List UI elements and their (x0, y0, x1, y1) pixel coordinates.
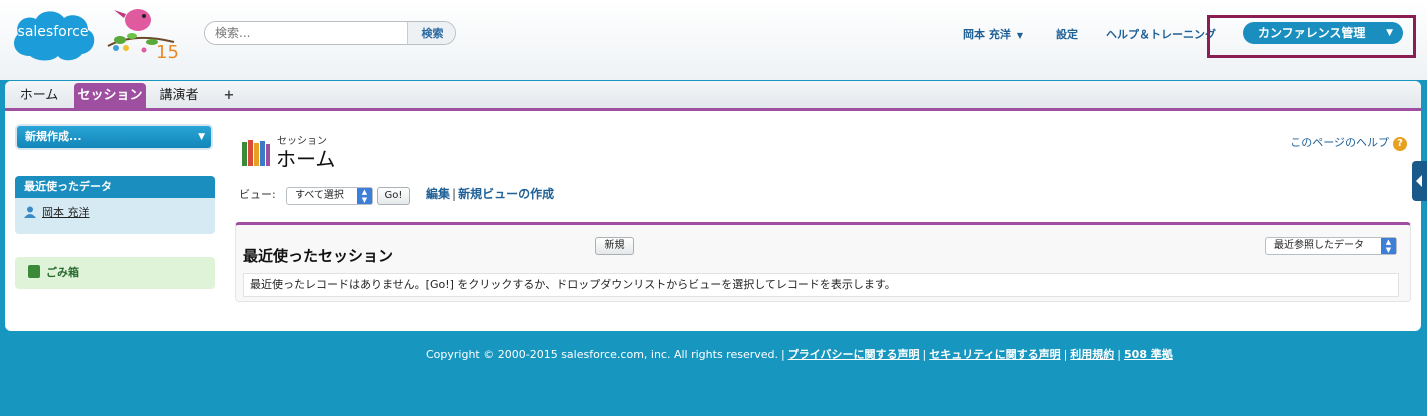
select-arrows-icon: ▲ ▼ (357, 188, 372, 204)
tab-session[interactable]: セッション (74, 83, 146, 108)
create-view-link[interactable]: 新規ビューの作成 (458, 187, 554, 201)
search-input[interactable] (205, 22, 407, 44)
main-panel: ホーム セッション 講演者 + 新規作成... ▼ 最近使ったデータ 岡本 充洋… (5, 81, 1421, 331)
view-select-value: すべて選択 (295, 190, 344, 201)
recent-items-title: 最近使ったデータ (15, 176, 215, 198)
recycle-bin-label: ごみ箱 (46, 266, 79, 279)
app-switcher-button[interactable]: カンファレンス管理 ▼ (1243, 22, 1403, 44)
search-button[interactable]: 検索 (407, 22, 455, 44)
create-new-button[interactable]: 新規作成... ▼ (15, 124, 213, 150)
edit-view-link[interactable]: 編集 (426, 187, 450, 201)
salesforce-cloud-icon[interactable]: salesforce (8, 6, 98, 64)
accessibility-link[interactable]: 508 準拠 (1124, 348, 1173, 361)
footer-separator: | (1117, 348, 1122, 361)
caret-down-icon: ▼ (198, 132, 205, 142)
copyright-text: Copyright © 2000-2015 salesforce.com, in… (426, 348, 779, 361)
privacy-link[interactable]: プライバシーに関する声明 (788, 348, 920, 361)
security-link[interactable]: セキュリティに関する声明 (929, 348, 1060, 361)
empty-records-message: 最近使ったレコードはありません。[Go!] をクリックするか、ドロップダウンリス… (243, 273, 1399, 297)
recent-item-link[interactable]: 岡本 充洋 (24, 204, 90, 220)
caret-down-icon: ▼ (1016, 31, 1023, 40)
view-select[interactable]: すべて選択 ▲ ▼ (286, 187, 373, 205)
recent-items-panel: 最近使ったデータ 岡本 充洋 (15, 176, 215, 234)
add-tab-button[interactable]: + (217, 83, 241, 108)
tab-home[interactable]: ホーム (11, 83, 67, 108)
footer: Copyright © 2000-2015 salesforce.com, in… (426, 346, 1173, 362)
separator: | (452, 187, 457, 201)
person-icon (24, 206, 36, 218)
page-title: ホーム (276, 147, 336, 171)
new-session-button[interactable]: 新規 (595, 237, 634, 255)
go-button[interactable]: Go! (377, 187, 410, 205)
recent-item-label: 岡本 充洋 (42, 206, 90, 219)
footer-separator: | (1063, 348, 1068, 361)
recent-filter-select[interactable]: 最近参照したデータ ▲ ▼ (1265, 237, 1397, 255)
recent-sessions-title: 最近使ったセッション (243, 247, 394, 265)
view-actions: 編集 | 新規ビューの作成 (426, 185, 554, 202)
recent-filter-value: 最近参照したデータ (1274, 240, 1364, 251)
user-menu[interactable]: 岡本 充洋 ▼ (963, 26, 1023, 42)
user-menu-label: 岡本 充洋 (963, 28, 1011, 41)
page-help-label: このページのヘルプ (1290, 136, 1389, 149)
recent-sessions-section: 最近使ったセッション 新規 最近参照したデータ ▲ ▼ 最近使ったレコードはありま… (235, 222, 1411, 302)
chevron-left-icon[interactable] (1412, 161, 1427, 201)
terms-link[interactable]: 利用規約 (1070, 348, 1114, 361)
footer-separator: | (781, 348, 785, 361)
bird-mascot-icon: 15 (104, 2, 180, 66)
footer-separator: | (922, 348, 927, 361)
setup-link[interactable]: 設定 (1056, 26, 1078, 42)
help-training-link[interactable]: ヘルプ＆トレーニング (1106, 26, 1218, 42)
caret-down-icon: ▼ (1386, 28, 1393, 38)
create-new-label: 新規作成... (25, 130, 82, 143)
tab-speaker[interactable]: 講演者 (151, 83, 207, 108)
anniversary-number: 15 (156, 42, 179, 63)
global-search: 検索 (204, 21, 456, 45)
recycle-bin-link[interactable]: ごみ箱 (15, 257, 215, 289)
page-help-link[interactable]: このページのヘルプ? (1290, 134, 1407, 151)
question-icon: ? (1393, 137, 1407, 151)
app-switcher-label: カンファレンス管理 (1258, 26, 1366, 40)
trash-icon (28, 265, 40, 278)
global-header: salesforce 15 検索 岡本 充洋 ▼ 設定 ヘルプ＆トレーニング カン… (0, 0, 1427, 80)
logo-text: salesforce (17, 24, 89, 40)
tab-bar: ホーム セッション 講演者 + (5, 81, 1421, 111)
select-arrows-icon: ▲ ▼ (1381, 238, 1396, 254)
books-icon (242, 140, 270, 166)
view-label: ビュー: (239, 188, 276, 201)
